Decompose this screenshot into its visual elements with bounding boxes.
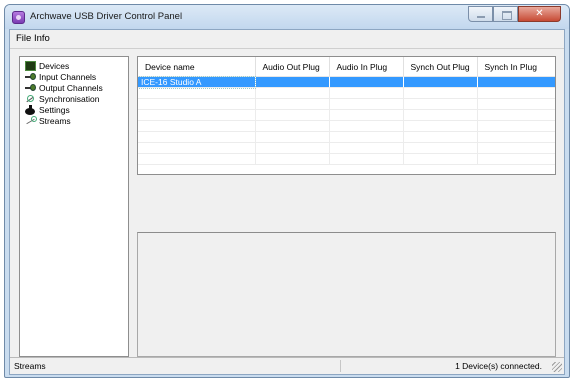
table-row-empty <box>138 109 555 121</box>
output-channels-icon <box>25 83 36 93</box>
close-icon: ✕ <box>535 8 544 19</box>
caption-buttons: ✕ <box>468 6 561 22</box>
column-header-synch-out-plug[interactable]: Synch Out Plug <box>403 57 478 77</box>
cell-audio-out-plug[interactable] <box>255 76 330 88</box>
minimize-icon <box>477 16 485 18</box>
status-divider <box>340 360 341 372</box>
table-row-empty <box>138 98 555 110</box>
column-header-synch-in-plug[interactable]: Synch In Plug <box>477 57 555 77</box>
tree-item-label: Input Channels <box>39 71 97 82</box>
devices-icon <box>25 60 36 71</box>
synchronisation-icon <box>25 94 36 104</box>
window-title: Archwave USB Driver Control Panel <box>30 11 183 22</box>
input-channels-icon <box>25 72 36 82</box>
column-header-audio-out-plug[interactable]: Audio Out Plug <box>255 57 330 77</box>
status-bar: Streams 1 Device(s) connected. <box>10 357 564 374</box>
tree-item-label: Devices <box>39 60 70 71</box>
cell-synch-in-plug[interactable] <box>477 76 555 88</box>
column-header-device-name[interactable]: Device name <box>138 57 256 77</box>
tree-item-label: Settings <box>39 104 70 115</box>
tree-item-label: Output Channels <box>39 82 103 93</box>
details-panel <box>137 232 556 357</box>
client-area: File Info Devices Input Channels Output … <box>9 29 565 375</box>
tree-item-synchronisation[interactable]: Synchronisation <box>25 93 99 104</box>
status-section-label: Streams <box>14 361 46 371</box>
streams-table[interactable]: Device name Audio Out Plug Audio In Plug… <box>137 56 556 175</box>
main-content: Devices Input Channels Output Channels S… <box>10 48 564 360</box>
table-row-empty <box>138 131 555 143</box>
table-row-empty <box>138 142 555 154</box>
cell-synch-out-plug[interactable] <box>403 76 478 88</box>
table-row[interactable]: ICE-16 Studio A <box>138 75 555 89</box>
tree-item-label: Streams <box>39 115 71 126</box>
settings-icon <box>25 104 36 115</box>
app-window: Archwave USB Driver Control Panel ✕ File… <box>4 4 570 378</box>
tree-item-settings[interactable]: Settings <box>25 104 70 115</box>
menu-info[interactable]: Info <box>34 33 50 44</box>
table-header-row: Device name Audio Out Plug Audio In Plug… <box>138 57 555 77</box>
tree-item-devices[interactable]: Devices <box>25 60 69 71</box>
status-connection-count: 1 Device(s) connected. <box>455 361 542 371</box>
streams-icon <box>25 115 37 126</box>
maximize-button[interactable] <box>493 6 518 22</box>
menu-bar: File Info <box>10 30 564 47</box>
table-row-empty <box>138 120 555 132</box>
cell-device-name[interactable]: ICE-16 Studio A <box>138 75 256 89</box>
minimize-button[interactable] <box>468 6 493 22</box>
resize-grip[interactable] <box>552 362 562 372</box>
maximize-icon <box>502 11 512 20</box>
tree-item-label: Synchronisation <box>39 93 100 104</box>
table-row-empty <box>138 87 555 99</box>
cell-audio-in-plug[interactable] <box>329 76 404 88</box>
navigation-tree[interactable]: Devices Input Channels Output Channels S… <box>19 56 129 357</box>
tree-item-input-channels[interactable]: Input Channels <box>25 71 96 82</box>
tree-item-streams[interactable]: Streams <box>25 115 71 126</box>
menu-file[interactable]: File <box>16 33 31 44</box>
title-bar[interactable]: Archwave USB Driver Control Panel ✕ <box>5 5 569 29</box>
close-button[interactable]: ✕ <box>518 6 561 22</box>
app-icon[interactable] <box>12 11 25 24</box>
column-header-audio-in-plug[interactable]: Audio In Plug <box>329 57 404 77</box>
table-row-empty <box>138 153 555 165</box>
tree-item-output-channels[interactable]: Output Channels <box>25 82 103 93</box>
